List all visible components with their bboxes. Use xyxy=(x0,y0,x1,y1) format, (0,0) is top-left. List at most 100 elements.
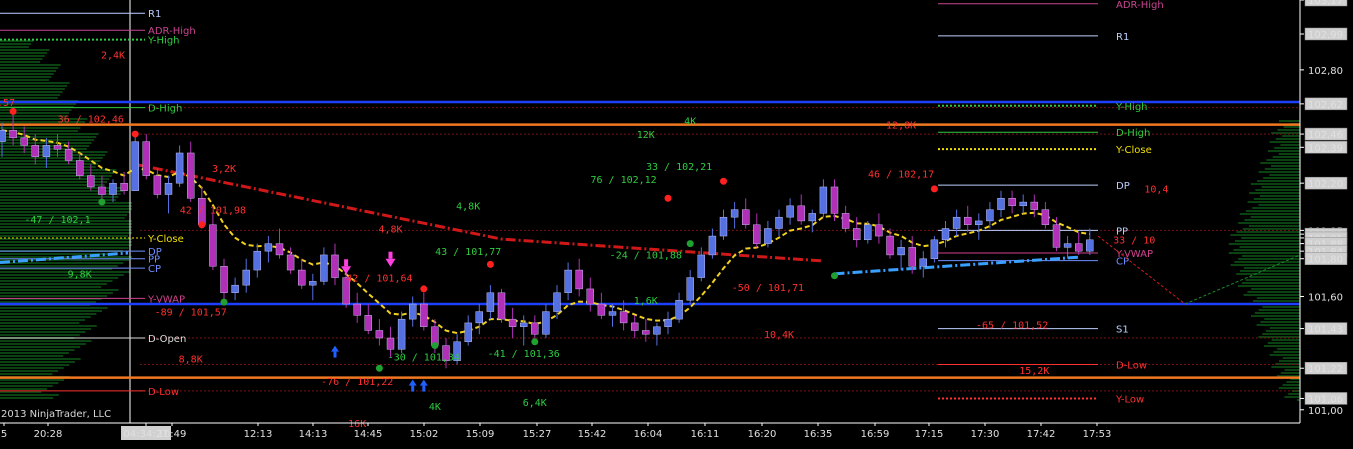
candle-body[interactable] xyxy=(819,186,828,214)
candle-body[interactable] xyxy=(808,213,816,222)
candle-body[interactable] xyxy=(875,224,883,237)
candle-body[interactable] xyxy=(264,243,273,252)
candle-body[interactable] xyxy=(331,254,339,278)
candle-body[interactable] xyxy=(220,266,228,293)
candle-body[interactable] xyxy=(897,247,905,256)
candle-body[interactable] xyxy=(397,318,406,350)
candle-body[interactable] xyxy=(642,330,650,335)
candle-body[interactable] xyxy=(764,228,772,244)
candle-body[interactable] xyxy=(353,303,361,316)
candle-body[interactable] xyxy=(309,281,317,286)
candle-body[interactable] xyxy=(608,311,617,316)
candle-body[interactable] xyxy=(941,228,950,241)
candle-body[interactable] xyxy=(9,130,17,139)
candle-body[interactable] xyxy=(830,186,839,214)
candle-body[interactable] xyxy=(697,254,705,278)
profile-bar-right xyxy=(1282,135,1300,137)
candle-body[interactable] xyxy=(1030,201,1039,210)
candle-body[interactable] xyxy=(486,292,495,312)
candle-body[interactable] xyxy=(120,182,128,191)
candle-body[interactable] xyxy=(0,130,6,142)
candle-body[interactable] xyxy=(320,254,328,282)
candle-body[interactable] xyxy=(841,213,850,229)
candle-body[interactable] xyxy=(719,216,728,237)
candle-body[interactable] xyxy=(664,318,672,327)
candle-body[interactable] xyxy=(1074,243,1083,252)
candle-body[interactable] xyxy=(364,315,372,331)
candle-body[interactable] xyxy=(730,209,739,218)
candle-body[interactable] xyxy=(64,148,73,161)
candle-body[interactable] xyxy=(952,216,961,229)
candle-body[interactable] xyxy=(298,269,306,286)
candle-body[interactable] xyxy=(586,288,594,305)
candle-body[interactable] xyxy=(542,311,550,335)
candle-body[interactable] xyxy=(775,216,783,229)
candle-body[interactable] xyxy=(31,145,39,157)
candle-body[interactable] xyxy=(742,209,750,225)
candle-body[interactable] xyxy=(286,254,295,271)
price-chart[interactable]: R1ADR-HighY-HighD-HighY-CloseDPPPCPY-VWA… xyxy=(0,0,1353,449)
candle-body[interactable] xyxy=(275,243,284,256)
candle-body[interactable] xyxy=(175,152,184,184)
candle-body[interactable] xyxy=(653,326,661,335)
candle-body[interactable] xyxy=(1008,198,1016,207)
candle-body[interactable] xyxy=(164,182,173,195)
candle-body[interactable] xyxy=(708,235,717,256)
candle-body[interactable] xyxy=(109,182,117,195)
candle-body[interactable] xyxy=(853,228,861,241)
candle-body[interactable] xyxy=(575,269,583,290)
candle-body[interactable] xyxy=(242,269,250,286)
candle-body[interactable] xyxy=(1052,224,1061,248)
candle-body[interactable] xyxy=(753,224,761,244)
candle-body[interactable] xyxy=(631,322,639,331)
candle-body[interactable] xyxy=(997,198,1005,210)
candle-body[interactable] xyxy=(986,209,994,222)
candle-body[interactable] xyxy=(864,224,872,241)
candle-body[interactable] xyxy=(1086,239,1094,252)
candle-body[interactable] xyxy=(186,152,195,199)
candle-body[interactable] xyxy=(209,224,217,267)
candle-body[interactable] xyxy=(1019,201,1027,207)
candle-body[interactable] xyxy=(142,141,151,176)
candle-body[interactable] xyxy=(386,337,395,350)
candle-body[interactable] xyxy=(131,141,139,191)
candle-body[interactable] xyxy=(253,250,262,271)
candle-body[interactable] xyxy=(75,160,84,176)
candle-body[interactable] xyxy=(686,277,694,301)
candle-body[interactable] xyxy=(375,330,384,339)
candle-body[interactable] xyxy=(675,300,683,320)
candle-body[interactable] xyxy=(964,216,972,225)
candle-body[interactable] xyxy=(87,175,95,188)
candle-body[interactable] xyxy=(553,292,561,312)
candle-body[interactable] xyxy=(42,145,51,157)
candle-body[interactable] xyxy=(1041,209,1050,225)
candle-body[interactable] xyxy=(564,269,572,293)
candle-body[interactable] xyxy=(1063,243,1072,248)
profile-bar-left xyxy=(0,163,99,165)
candle-body[interactable] xyxy=(520,322,528,327)
candle-body[interactable] xyxy=(420,303,428,327)
candle-body[interactable] xyxy=(475,311,483,324)
candle-body[interactable] xyxy=(497,292,506,320)
level-label-right: Y-Low xyxy=(1115,394,1144,405)
candle-body[interactable] xyxy=(597,303,606,316)
profile-bar-left xyxy=(0,91,63,93)
candle-body[interactable] xyxy=(20,137,28,146)
profile-bar-right xyxy=(1238,258,1300,260)
candle-body[interactable] xyxy=(531,322,539,335)
candle-body[interactable] xyxy=(231,284,239,293)
candle-body[interactable] xyxy=(409,303,417,320)
candle-body[interactable] xyxy=(919,258,927,267)
candle-body[interactable] xyxy=(930,239,939,259)
candle-body[interactable] xyxy=(975,220,983,225)
candle-body[interactable] xyxy=(153,175,162,195)
candle-body[interactable] xyxy=(619,311,628,324)
candle-body[interactable] xyxy=(786,205,794,218)
candle-body[interactable] xyxy=(53,145,62,150)
candle-body[interactable] xyxy=(908,247,916,267)
candle-body[interactable] xyxy=(98,186,106,195)
candle-body[interactable] xyxy=(508,318,517,327)
candle-body[interactable] xyxy=(886,235,894,256)
candle-body[interactable] xyxy=(464,322,472,342)
candle-body[interactable] xyxy=(797,205,805,222)
